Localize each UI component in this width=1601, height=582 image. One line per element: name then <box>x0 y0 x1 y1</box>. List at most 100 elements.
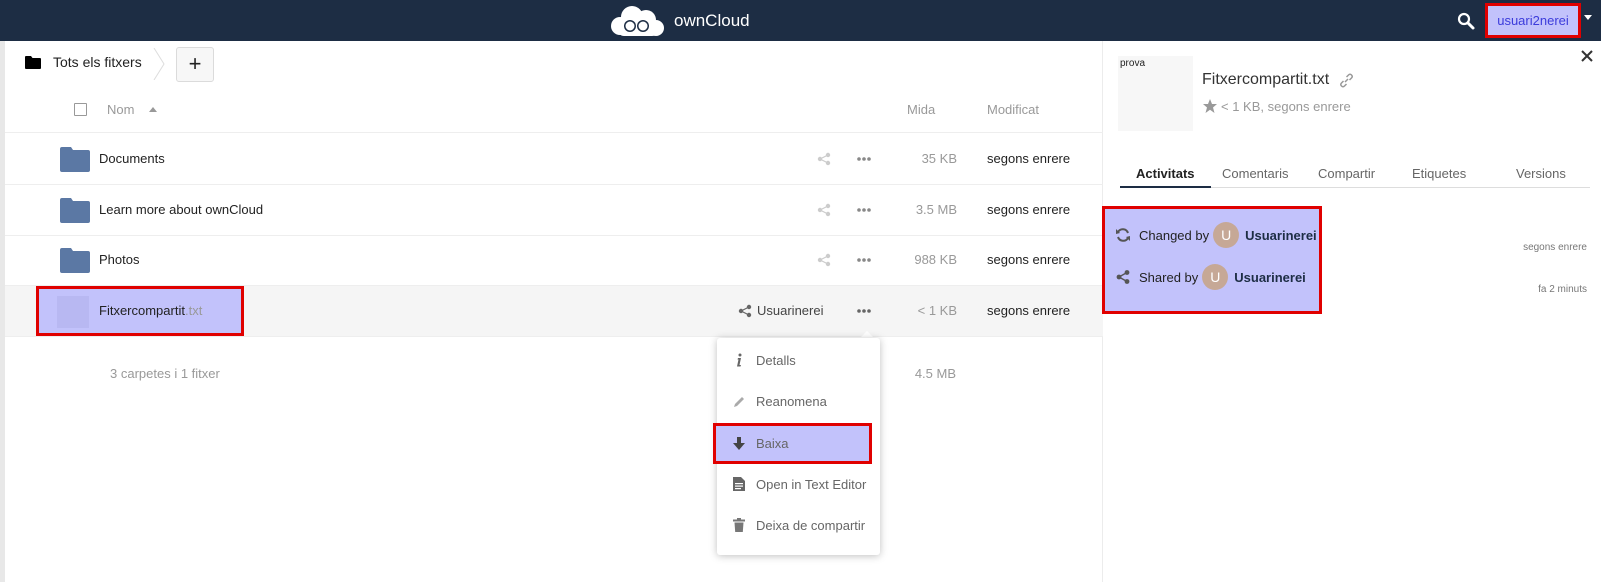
file-modified: segons enrere <box>987 202 1071 217</box>
close-icon[interactable] <box>1580 49 1594 63</box>
file-size: 35 KB <box>921 151 957 166</box>
table-row-selected[interactable]: Fitxercompartit.txt Usuarinerei < 1 KB s… <box>5 286 1103 337</box>
cloud-logo-icon <box>611 6 664 36</box>
file-preview-text: prova <box>1120 58 1146 69</box>
details-sidebar: prova Fitxercompartit.txt < 1 KB, segons… <box>1102 41 1601 582</box>
menu-item-rename[interactable]: Reanomena <box>717 381 880 421</box>
share-icon <box>1116 270 1130 284</box>
more-options-icon[interactable] <box>856 253 872 267</box>
table-row[interactable]: Photos 988 KB segons enrere <box>5 235 1103 286</box>
more-options-icon[interactable] <box>856 152 872 166</box>
activity-action: Changed by <box>1139 227 1210 243</box>
sort-ascending-icon[interactable] <box>149 107 157 112</box>
share-icon[interactable] <box>817 152 831 166</box>
refresh-icon <box>1116 228 1130 242</box>
activity-user[interactable]: Usuarinerei <box>1234 270 1306 285</box>
folder-icon <box>60 198 90 223</box>
menu-item-label: Reanomena <box>756 393 827 409</box>
selected-file[interactable]: Fitxercompartit.txt <box>36 286 244 336</box>
table-header: Nom Mida Modificat <box>5 87 1103 133</box>
trash-icon <box>732 518 746 532</box>
file-modified: segons enrere <box>987 303 1071 318</box>
table-row[interactable]: Learn more about ownCloud 3.5 MB segons … <box>5 185 1103 236</box>
file-thumbnail <box>57 296 89 328</box>
search-icon[interactable] <box>1456 11 1476 31</box>
menu-item-label: Detalls <box>756 352 796 368</box>
column-size-header[interactable]: Mida <box>907 102 935 117</box>
shared-with-button[interactable]: Usuarinerei <box>738 303 823 318</box>
folder-icon <box>25 55 41 69</box>
breadcrumb-separator <box>153 48 165 80</box>
more-options-icon[interactable] <box>856 304 872 318</box>
info-icon <box>732 353 746 367</box>
menu-item-download[interactable]: Baixa <box>713 423 872 464</box>
activity-item: Changed by U Usuarinerei <box>1115 222 1317 248</box>
breadcrumb-home[interactable]: Tots els fitxers <box>25 54 142 70</box>
new-file-button[interactable]: + <box>176 47 214 82</box>
document-icon <box>732 477 746 491</box>
menu-item-details[interactable]: Detalls <box>717 340 880 380</box>
tab-versions[interactable]: Versions <box>1516 166 1566 181</box>
file-name[interactable]: Fitxercompartit.txt <box>99 303 202 318</box>
menu-item-label: Open in Text Editor <box>756 476 867 492</box>
caret-down-icon[interactable] <box>1584 15 1592 20</box>
share-icon[interactable] <box>817 253 831 267</box>
activity-action: Shared by <box>1139 269 1199 285</box>
tab-compartir[interactable]: Compartir <box>1318 166 1375 181</box>
sidebar-file-name: Fitxercompartit.txt <box>1202 71 1330 88</box>
sidebar-tabs: Activitats Comentaris Compartir Etiquete… <box>1120 158 1590 188</box>
link-icon[interactable] <box>1339 73 1354 88</box>
file-name[interactable]: Documents <box>99 151 165 166</box>
file-basename: Fitxercompartit <box>99 303 185 318</box>
more-options-icon[interactable] <box>856 203 872 217</box>
file-name[interactable]: Photos <box>99 252 139 267</box>
tab-activitats[interactable]: Activitats <box>1136 166 1195 181</box>
sidebar-file-meta: < 1 KB, segons enrere <box>1202 98 1351 114</box>
tab-comentaris[interactable]: Comentaris <box>1222 166 1288 181</box>
shared-with-user: Usuarinerei <box>757 303 824 318</box>
menu-item-label: Baixa <box>756 436 789 451</box>
user-menu-button[interactable]: usuari2nerei <box>1485 3 1581 38</box>
brand-name: ownCloud <box>674 10 750 30</box>
pencil-icon <box>732 394 746 408</box>
tab-etiquetes[interactable]: Etiquetes <box>1412 166 1466 181</box>
breadcrumb-label: Tots els fitxers <box>53 54 142 70</box>
activity-time: segons enrere <box>1523 242 1587 253</box>
files-summary-size: 4.5 MB <box>914 366 956 381</box>
column-modified-header[interactable]: Modificat <box>987 102 1039 117</box>
folder-icon <box>60 147 90 172</box>
select-all-checkbox[interactable] <box>74 103 87 116</box>
sidebar-file-title: Fitxercompartit.txt <box>1202 71 1354 89</box>
file-size: 988 KB <box>914 252 957 267</box>
avatar: U <box>1202 264 1229 290</box>
file-modified: segons enrere <box>987 151 1071 166</box>
share-icon[interactable] <box>817 203 831 217</box>
menu-item-label: Deixa de compartir <box>756 517 866 533</box>
activity-user[interactable]: Usuarinerei <box>1245 228 1317 243</box>
activity-time: fa 2 minuts <box>1538 284 1587 295</box>
top-bar: ownCloud usuari2nerei <box>0 0 1601 41</box>
files-summary: 3 carpetes i 1 fitxer <box>110 366 220 381</box>
file-modified: segons enrere <box>987 252 1071 267</box>
download-icon <box>732 437 746 451</box>
star-icon[interactable] <box>1202 98 1218 114</box>
avatar: U <box>1213 222 1240 248</box>
share-icon <box>738 304 752 317</box>
owncloud-logo[interactable]: ownCloud <box>606 4 750 37</box>
breadcrumb: Tots els fitxers + <box>5 41 1103 87</box>
table-row[interactable]: Documents 35 KB segons enrere <box>5 134 1103 185</box>
folder-icon <box>60 248 90 273</box>
file-size: 3.5 MB <box>915 202 957 217</box>
files-list: Tots els fitxers + Nom Mida Modificat Do… <box>5 41 1103 582</box>
activity-list: Changed by U Usuarinerei Shared by U Usu… <box>1102 206 1322 314</box>
file-actions-menu: Detalls Reanomena Baixa Open in Text Edi… <box>713 338 880 555</box>
file-size: < 1 KB <box>917 303 957 318</box>
menu-item-unshare[interactable]: Deixa de compartir <box>717 505 880 545</box>
file-name[interactable]: Learn more about ownCloud <box>99 202 263 217</box>
activity-item: Shared by U Usuarinerei <box>1115 264 1306 290</box>
menu-item-open-text-editor[interactable]: Open in Text Editor <box>717 464 880 504</box>
column-name-header[interactable]: Nom <box>107 102 134 117</box>
active-tab-indicator <box>1120 186 1211 188</box>
file-extension: .txt <box>184 303 203 318</box>
sidebar-meta-text: < 1 KB, segons enrere <box>1221 98 1351 114</box>
